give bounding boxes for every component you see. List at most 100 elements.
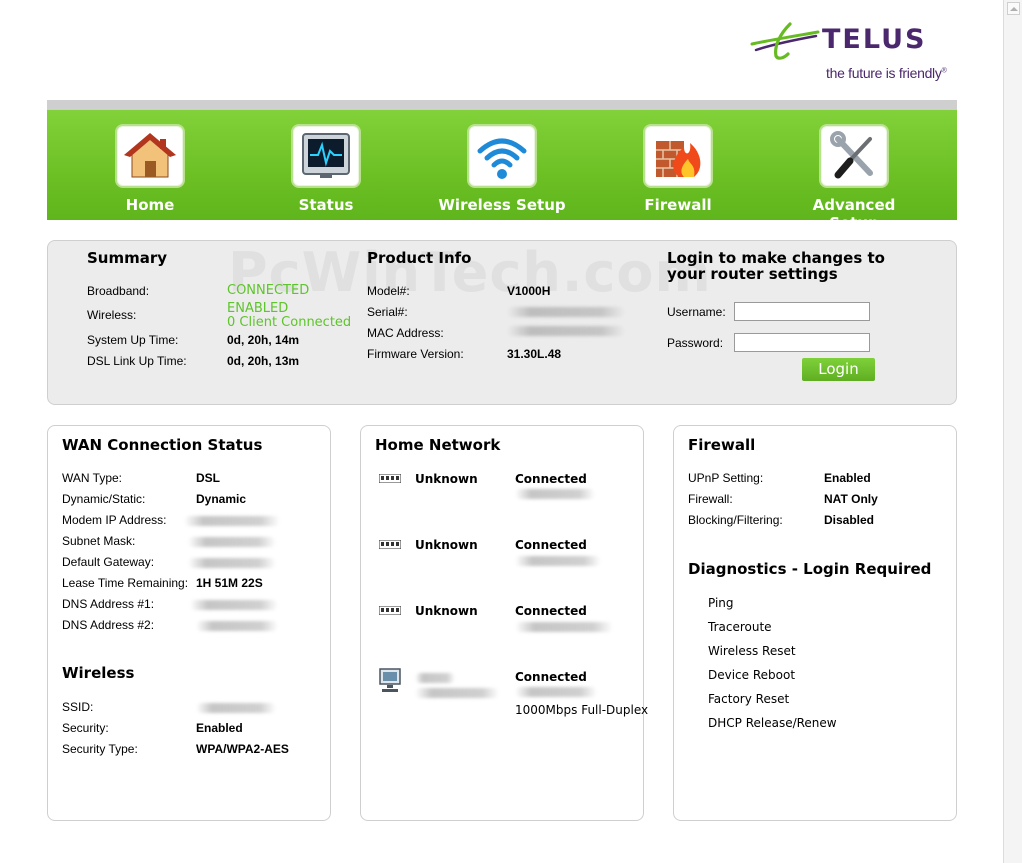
device-ip-redacted: [515, 556, 601, 566]
firewall-row-label: Firewall:: [688, 492, 733, 506]
security-type-label: Security Type:: [62, 742, 138, 756]
dsl-uptime-label: DSL Link Up Time:: [87, 354, 187, 368]
wan-row-label: Subnet Mask:: [62, 534, 136, 548]
uptime-label: System Up Time:: [87, 333, 179, 347]
login-button[interactable]: Login: [802, 358, 875, 381]
nav-status[interactable]: Status: [261, 124, 391, 216]
firmware-value: 31.30L.48: [507, 347, 562, 361]
diag-link-wireless-reset[interactable]: Wireless Reset: [708, 644, 796, 658]
firewall-row-value: Enabled: [824, 471, 871, 485]
mac-label: MAC Address:: [367, 326, 444, 340]
wan-row-label: Dynamic/Static:: [62, 492, 146, 506]
password-input[interactable]: [734, 333, 870, 352]
modem-ip-redacted: [184, 516, 280, 526]
wan-title: WAN Connection Status: [62, 436, 263, 454]
gateway-redacted: [188, 558, 276, 568]
diag-link-traceroute[interactable]: Traceroute: [708, 620, 772, 634]
device-link-speed: 1000Mbps Full-Duplex: [515, 703, 649, 717]
device-name[interactable]: Unknown: [415, 604, 478, 618]
diagnostics-title: Diagnostics - Login Required: [688, 560, 932, 578]
wan-row-value: 1H 51M 22S: [196, 576, 263, 590]
nav-home[interactable]: Home: [85, 124, 215, 216]
wan-row-label: DNS Address #2:: [62, 618, 155, 632]
scroll-up-arrow[interactable]: [1007, 2, 1020, 15]
summary-panel: PcWinTech.com Summary Broadband: CONNECT…: [47, 240, 957, 405]
wireless-status: ENABLED: [227, 301, 289, 316]
broadband-label: Broadband:: [87, 284, 150, 298]
nav-firewall[interactable]: Firewall: [613, 124, 743, 216]
device-status: Connected: [515, 472, 587, 486]
summary-title: Summary: [87, 249, 168, 267]
serial-label: Serial#:: [367, 305, 408, 319]
home-network-card: Home Network Unknown Connected Unknown C…: [360, 425, 648, 821]
device-ip-redacted: [515, 622, 613, 632]
wireless-label: Wireless:: [87, 308, 137, 322]
tagline: the future is friendly®: [826, 65, 947, 81]
network-device-icon: [379, 606, 401, 615]
security-value: Enabled: [196, 721, 243, 735]
nav-home-label: Home: [125, 196, 175, 214]
diag-link-dhcp-release-renew[interactable]: DHCP Release/Renew: [708, 716, 837, 730]
device-mac-redacted: [415, 688, 499, 698]
wan-card: WAN Connection Status WAN Type: DSL Dyna…: [47, 425, 331, 821]
broadband-status: CONNECTED: [227, 283, 310, 298]
telus-swoosh-icon: [750, 22, 820, 60]
firewall-icon: [643, 124, 713, 188]
nav-top-strip: [47, 100, 957, 110]
device-name[interactable]: Unknown: [415, 538, 478, 552]
model-label: Model#:: [367, 284, 410, 298]
device-name-redacted: [415, 673, 455, 683]
mac-redacted: [507, 326, 625, 336]
wan-row-label: Lease Time Remaining:: [62, 576, 189, 590]
nav-wireless-setup[interactable]: Wireless Setup: [437, 124, 567, 216]
vertical-scrollbar[interactable]: [1003, 0, 1022, 863]
diag-link-device-reboot[interactable]: Device Reboot: [708, 668, 795, 682]
dsl-uptime-value: 0d, 20h, 13m: [227, 354, 300, 368]
nav-wireless-label: Wireless Setup: [438, 196, 566, 214]
firmware-label: Firmware Version:: [367, 347, 464, 361]
device-status: Connected: [515, 538, 587, 552]
subnet-redacted: [188, 537, 276, 547]
uptime-value: 0d, 20h, 14m: [227, 333, 300, 347]
house-icon: [115, 124, 185, 188]
serial-redacted: [507, 307, 625, 317]
wan-row-value: Dynamic: [196, 492, 247, 506]
device-status: Connected: [515, 670, 587, 684]
network-device-icon: [379, 474, 401, 483]
firewall-card: Firewall UPnP Setting: Enabled Firewall:…: [673, 425, 957, 821]
computer-icon: [379, 668, 401, 692]
device-status: Connected: [515, 604, 587, 618]
firewall-title: Firewall: [688, 436, 756, 454]
tools-icon: [819, 124, 889, 188]
password-label: Password:: [667, 336, 724, 350]
main-nav: Home Status Wireless Setup Firewall Adva…: [47, 110, 957, 232]
wan-row-label: WAN Type:: [62, 471, 123, 485]
product-info-title: Product Info: [367, 249, 472, 267]
security-label: Security:: [62, 721, 109, 735]
nav-advanced-label: Advanced Setup: [812, 196, 896, 232]
nav-firewall-label: Firewall: [644, 196, 712, 214]
diag-link-factory-reset[interactable]: Factory Reset: [708, 692, 789, 706]
firewall-row-label: Blocking/Filtering:: [688, 513, 783, 527]
firewall-row-value: NAT Only: [824, 492, 878, 506]
network-device-icon: [379, 540, 401, 549]
wireless-clients: 0 Client Connected: [227, 315, 352, 330]
device-ip-redacted: [515, 687, 597, 697]
login-title-line2: your router settings: [667, 265, 838, 283]
nav-advanced-setup[interactable]: Advanced Setup: [789, 124, 919, 232]
dns2-redacted: [196, 621, 278, 631]
wifi-icon: [467, 124, 537, 188]
diag-link-ping[interactable]: Ping: [708, 596, 734, 610]
telus-logo: TELUS the future is friendly®: [750, 18, 960, 88]
wireless-section-title: Wireless: [62, 664, 135, 682]
security-type-value: WPA/WPA2-AES: [196, 742, 289, 756]
monitor-icon: [291, 124, 361, 188]
wan-row-label: Modem IP Address:: [62, 513, 167, 527]
username-label: Username:: [667, 305, 726, 319]
device-ip-redacted: [515, 489, 595, 499]
ssid-redacted: [196, 703, 276, 713]
home-network-title: Home Network: [375, 436, 501, 454]
nav-status-label: Status: [298, 196, 354, 214]
device-name[interactable]: Unknown: [415, 472, 478, 486]
username-input[interactable]: [734, 302, 870, 321]
